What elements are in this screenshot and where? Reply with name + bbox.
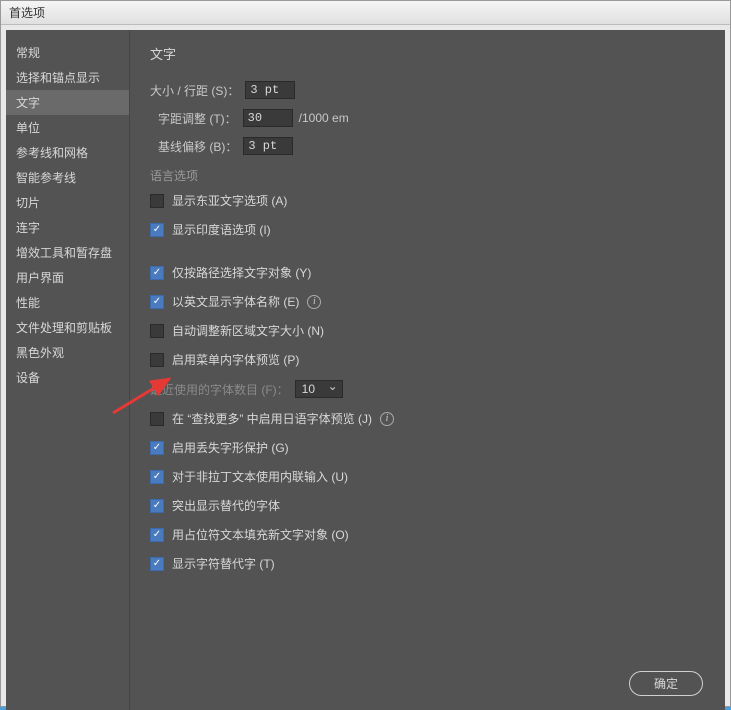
baseline-row: 基线偏移 (B)： bbox=[158, 137, 705, 155]
missing-glyph-row[interactable]: 启用丢失字形保护 (G) bbox=[150, 439, 705, 456]
indic-row[interactable]: 显示印度语选项 (I) bbox=[150, 221, 705, 238]
inline-input-label: 对于非拉丁文本使用内联输入 (U) bbox=[172, 468, 348, 485]
checkbox-glyph-alt[interactable] bbox=[150, 557, 164, 571]
menu-preview-label: 启用菜单内字体预览 (P) bbox=[172, 351, 299, 368]
checkbox-english-font[interactable] bbox=[150, 295, 164, 309]
recent-fonts-select[interactable]: 10 bbox=[295, 380, 343, 398]
lang-section-title: 语言选项 bbox=[150, 167, 705, 184]
checkbox-placeholder[interactable] bbox=[150, 528, 164, 542]
sidebar-item-3[interactable]: 单位 bbox=[6, 115, 129, 140]
sidebar-item-5[interactable]: 智能参考线 bbox=[6, 165, 129, 190]
sidebar-item-0[interactable]: 常规 bbox=[6, 40, 129, 65]
checkbox-alt-font[interactable] bbox=[150, 499, 164, 513]
checkbox-menu-preview[interactable] bbox=[150, 353, 164, 367]
checkbox-auto-size[interactable] bbox=[150, 324, 164, 338]
english-font-label: 以英文显示字体名称 (E) bbox=[172, 293, 299, 310]
alt-font-row[interactable]: 突出显示替代的字体 bbox=[150, 497, 705, 514]
path-only-row[interactable]: 仅按路径选择文字对象 (Y) bbox=[150, 264, 705, 281]
button-row: 确定 bbox=[629, 671, 703, 696]
baseline-input[interactable] bbox=[243, 137, 293, 155]
size-input[interactable] bbox=[245, 81, 295, 99]
content-panel: 文字 大小 / 行距 (S)： 字距调整 (T)： /1000 em 基线偏移 … bbox=[130, 30, 725, 710]
checkbox-missing-glyph[interactable] bbox=[150, 441, 164, 455]
jp-preview-label: 在 “查找更多” 中启用日语字体预览 (J) bbox=[172, 410, 372, 427]
checkbox-inline-input[interactable] bbox=[150, 470, 164, 484]
recent-fonts-row: 最近使用的字体数目 (F)： 10 bbox=[150, 380, 705, 398]
glyph-alt-row[interactable]: 显示字符替代字 (T) bbox=[150, 555, 705, 572]
dialog-body: 常规选择和锚点显示文字单位参考线和网格智能参考线切片连字增效工具和暂存盘用户界面… bbox=[6, 30, 725, 710]
auto-size-row[interactable]: 自动调整新区域文字大小 (N) bbox=[150, 322, 705, 339]
sidebar-item-4[interactable]: 参考线和网格 bbox=[6, 140, 129, 165]
english-font-row[interactable]: 以英文显示字体名称 (E) i bbox=[150, 293, 705, 310]
ok-button[interactable]: 确定 bbox=[629, 671, 703, 696]
sidebar-item-10[interactable]: 性能 bbox=[6, 290, 129, 315]
sidebar-item-8[interactable]: 增效工具和暂存盘 bbox=[6, 240, 129, 265]
section-title: 文字 bbox=[150, 44, 705, 63]
preferences-window: 首选项 常规选择和锚点显示文字单位参考线和网格智能参考线切片连字增效工具和暂存盘… bbox=[0, 0, 731, 707]
recent-fonts-label: 最近使用的字体数目 (F)： bbox=[150, 381, 289, 398]
sidebar-item-9[interactable]: 用户界面 bbox=[6, 265, 129, 290]
sidebar: 常规选择和锚点显示文字单位参考线和网格智能参考线切片连字增效工具和暂存盘用户界面… bbox=[6, 30, 130, 710]
checkbox-jp-preview[interactable] bbox=[150, 412, 164, 426]
checkbox-east-asian[interactable] bbox=[150, 194, 164, 208]
menu-preview-row[interactable]: 启用菜单内字体预览 (P) bbox=[150, 351, 705, 368]
indic-label: 显示印度语选项 (I) bbox=[172, 221, 271, 238]
sidebar-item-7[interactable]: 连字 bbox=[6, 215, 129, 240]
info-icon[interactable]: i bbox=[307, 295, 321, 309]
glyph-alt-label: 显示字符替代字 (T) bbox=[172, 555, 275, 572]
tracking-input[interactable] bbox=[243, 109, 293, 127]
inline-input-row[interactable]: 对于非拉丁文本使用内联输入 (U) bbox=[150, 468, 705, 485]
alt-font-label: 突出显示替代的字体 bbox=[172, 497, 280, 514]
sidebar-item-13[interactable]: 设备 bbox=[6, 365, 129, 390]
missing-glyph-label: 启用丢失字形保护 (G) bbox=[172, 439, 289, 456]
jp-preview-row[interactable]: 在 “查找更多” 中启用日语字体预览 (J) i bbox=[150, 410, 705, 427]
info-icon[interactable]: i bbox=[380, 412, 394, 426]
sidebar-item-1[interactable]: 选择和锚点显示 bbox=[6, 65, 129, 90]
size-row: 大小 / 行距 (S)： bbox=[150, 81, 705, 99]
auto-size-label: 自动调整新区域文字大小 (N) bbox=[172, 322, 324, 339]
placeholder-label: 用占位符文本填充新文字对象 (O) bbox=[172, 526, 349, 543]
tracking-label: 字距调整 (T)： bbox=[158, 110, 237, 127]
sidebar-item-12[interactable]: 黑色外观 bbox=[6, 340, 129, 365]
tracking-row: 字距调整 (T)： /1000 em bbox=[158, 109, 705, 127]
sidebar-item-6[interactable]: 切片 bbox=[6, 190, 129, 215]
sidebar-item-2[interactable]: 文字 bbox=[6, 90, 129, 115]
baseline-label: 基线偏移 (B)： bbox=[158, 138, 237, 155]
east-asian-label: 显示东亚文字选项 (A) bbox=[172, 192, 287, 209]
size-label: 大小 / 行距 (S)： bbox=[150, 82, 239, 99]
placeholder-row[interactable]: 用占位符文本填充新文字对象 (O) bbox=[150, 526, 705, 543]
checkbox-path-only[interactable] bbox=[150, 266, 164, 280]
window-title: 首选项 bbox=[9, 6, 45, 20]
checkbox-indic[interactable] bbox=[150, 223, 164, 237]
east-asian-row[interactable]: 显示东亚文字选项 (A) bbox=[150, 192, 705, 209]
titlebar: 首选项 bbox=[1, 1, 730, 25]
sidebar-item-11[interactable]: 文件处理和剪贴板 bbox=[6, 315, 129, 340]
tracking-suffix: /1000 em bbox=[299, 111, 349, 125]
path-only-label: 仅按路径选择文字对象 (Y) bbox=[172, 264, 311, 281]
